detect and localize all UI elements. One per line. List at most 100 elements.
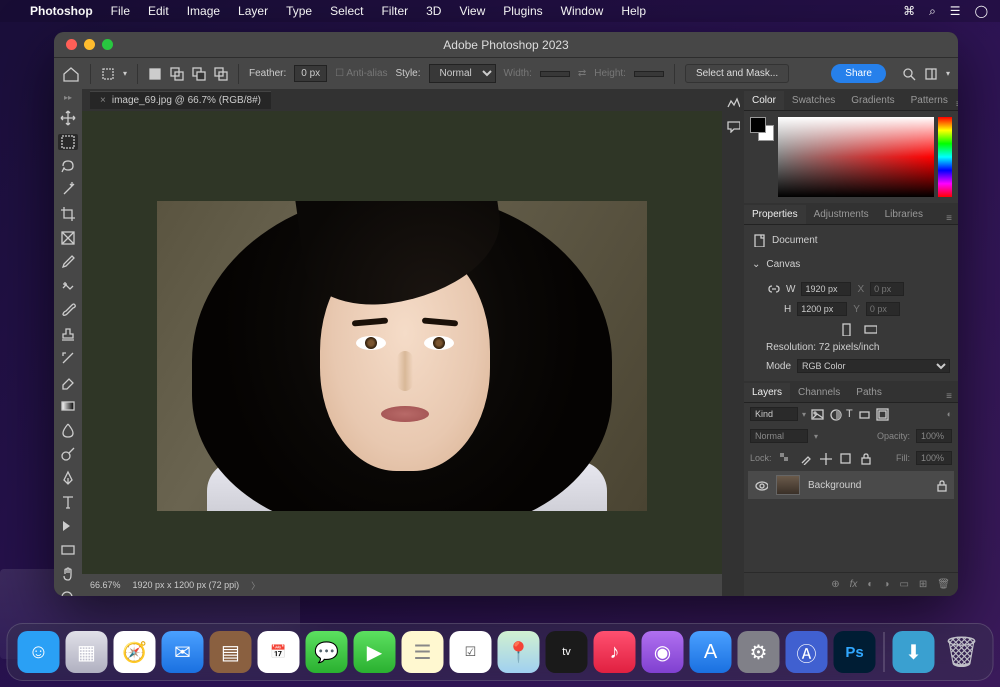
tab-close-icon[interactable]: ×: [100, 95, 106, 106]
eyedropper-tool[interactable]: [58, 254, 78, 270]
marquee-tool[interactable]: [58, 134, 78, 150]
fx-icon[interactable]: fx: [850, 579, 858, 590]
new-layer-icon[interactable]: ⊞: [919, 579, 927, 590]
home-icon[interactable]: [62, 66, 80, 82]
height-field[interactable]: [797, 302, 847, 316]
feather-input[interactable]: 0 px: [294, 65, 327, 82]
spotlight-icon[interactable]: ⌕: [929, 4, 936, 19]
menu-3d[interactable]: 3D: [426, 4, 441, 18]
dock-settings-icon[interactable]: ⚙: [738, 631, 780, 673]
gradient-tool[interactable]: [58, 398, 78, 414]
tab-layers[interactable]: Layers: [744, 383, 790, 402]
tab-patterns[interactable]: Patterns: [903, 91, 956, 110]
tab-properties[interactable]: Properties: [744, 205, 806, 224]
canvas[interactable]: [82, 111, 722, 574]
menu-edit[interactable]: Edit: [148, 4, 169, 18]
hand-tool[interactable]: [58, 566, 78, 582]
lock-artboard-icon[interactable]: [838, 451, 852, 465]
dock-facetime-icon[interactable]: ▶: [354, 631, 396, 673]
tab-swatches[interactable]: Swatches: [784, 91, 843, 110]
layers-panel-menu-icon[interactable]: ≡: [946, 391, 952, 402]
properties-panel-menu-icon[interactable]: ≡: [946, 213, 952, 224]
new-selection-icon[interactable]: [148, 67, 162, 81]
move-tool[interactable]: [58, 110, 78, 126]
window-titlebar[interactable]: Adobe Photoshop 2023: [54, 32, 958, 57]
eraser-tool[interactable]: [58, 374, 78, 390]
portrait-orient-icon[interactable]: [839, 322, 853, 336]
share-button[interactable]: Share: [831, 64, 886, 83]
dock-trash-icon[interactable]: 🗑: [941, 631, 983, 673]
visibility-icon[interactable]: [754, 478, 768, 492]
menu-plugins[interactable]: Plugins: [503, 4, 542, 18]
stamp-tool[interactable]: [58, 326, 78, 342]
hue-slider[interactable]: [938, 117, 952, 197]
color-picker-field[interactable]: [778, 117, 934, 197]
lock-icon[interactable]: [934, 478, 948, 492]
canvas-section-header[interactable]: ⌄Canvas: [752, 259, 950, 270]
filter-shape-icon[interactable]: [857, 407, 871, 421]
workspace-icon[interactable]: [924, 67, 938, 81]
lasso-tool[interactable]: [58, 158, 78, 174]
layer-thumbnail[interactable]: [776, 475, 800, 495]
marquee-tool-icon[interactable]: [101, 67, 115, 81]
delete-layer-icon[interactable]: 🗑: [937, 579, 950, 590]
dock-launchpad-icon[interactable]: ▦: [66, 631, 108, 673]
zoom-value[interactable]: 66.67%: [90, 580, 121, 590]
adjustment-layer-icon[interactable]: ◑: [883, 579, 889, 590]
dock-finder-icon[interactable]: ☺: [18, 631, 60, 673]
layer-kind-filter[interactable]: [750, 407, 798, 421]
marquee-dropdown-icon[interactable]: ▾: [123, 69, 127, 78]
tab-gradients[interactable]: Gradients: [843, 91, 902, 110]
path-tool[interactable]: [58, 518, 78, 534]
group-icon[interactable]: ▭: [899, 579, 908, 590]
lock-trans-icon[interactable]: [778, 451, 792, 465]
layer-row[interactable]: Background: [748, 471, 954, 499]
dock-photoshop-icon[interactable]: Ps: [834, 631, 876, 673]
tab-adjustments[interactable]: Adjustments: [806, 205, 877, 224]
filter-adjust-icon[interactable]: [828, 407, 842, 421]
menu-window[interactable]: Window: [561, 4, 604, 18]
workspace-dropdown-icon[interactable]: ▾: [946, 69, 950, 78]
dock-maps-icon[interactable]: 📍: [498, 631, 540, 673]
mask-icon[interactable]: ◐: [867, 579, 873, 590]
document-tab[interactable]: × image_69.jpg @ 66.7% (RGB/8#): [90, 91, 271, 109]
dock-app-icon[interactable]: Ⓐ: [786, 631, 828, 673]
tab-libraries[interactable]: Libraries: [877, 205, 931, 224]
filter-image-icon[interactable]: [810, 407, 824, 421]
dock-notes-icon[interactable]: ☰: [402, 631, 444, 673]
dock-appstore-icon[interactable]: A: [690, 631, 732, 673]
landscape-orient-icon[interactable]: [863, 322, 877, 336]
search-icon[interactable]: [902, 67, 916, 81]
siri-icon[interactable]: ◯: [975, 4, 988, 19]
dock-mail-icon[interactable]: ✉: [162, 631, 204, 673]
heal-tool[interactable]: [58, 278, 78, 294]
width-field[interactable]: [801, 282, 851, 296]
filter-smart-icon[interactable]: [875, 407, 889, 421]
dock-music-icon[interactable]: ♪: [594, 631, 636, 673]
zoom-tool[interactable]: [58, 590, 78, 596]
tab-channels[interactable]: Channels: [790, 383, 848, 402]
select-and-mask-button[interactable]: Select and Mask...: [685, 64, 789, 83]
lock-paint-icon[interactable]: [798, 451, 812, 465]
style-select[interactable]: Normal: [429, 64, 496, 83]
menu-image[interactable]: Image: [187, 4, 220, 18]
layer-name[interactable]: Background: [808, 480, 861, 491]
wand-tool[interactable]: [58, 182, 78, 198]
filter-type-icon[interactable]: T: [846, 408, 853, 420]
frame-tool[interactable]: [58, 230, 78, 246]
tab-color[interactable]: Color: [744, 91, 784, 110]
tab-paths[interactable]: Paths: [848, 383, 890, 402]
dock-tv-icon[interactable]: tv: [546, 631, 588, 673]
dock-podcasts-icon[interactable]: ◉: [642, 631, 684, 673]
lock-all-icon[interactable]: [858, 451, 872, 465]
rect-tool[interactable]: [58, 542, 78, 558]
dock-downloads-icon[interactable]: ⬇: [893, 631, 935, 673]
mode-select[interactable]: RGB Color: [797, 359, 950, 373]
dock-safari-icon[interactable]: 🧭: [114, 631, 156, 673]
menu-layer[interactable]: Layer: [238, 4, 268, 18]
menu-file[interactable]: File: [111, 4, 130, 18]
history-brush-tool[interactable]: [58, 350, 78, 366]
dock-reminders-icon[interactable]: ☑: [450, 631, 492, 673]
menuextra-icon[interactable]: ⌘: [903, 4, 915, 19]
app-name[interactable]: Photoshop: [30, 4, 93, 18]
